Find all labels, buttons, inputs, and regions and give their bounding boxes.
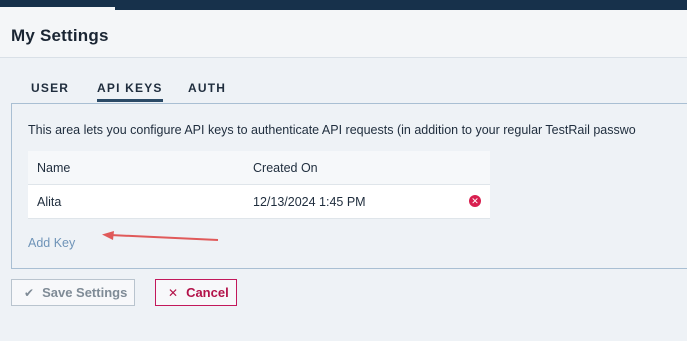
api-keys-table: Name Created On Alita 12/13/2024 1:45 PM… — [28, 151, 490, 219]
tab-user[interactable]: USER — [31, 81, 69, 95]
annotation-arrow-shaft — [109, 234, 219, 241]
api-key-name: Alita — [37, 195, 62, 209]
delete-key-icon[interactable]: ✕ — [469, 195, 481, 207]
table-row: Alita 12/13/2024 1:45 PM ✕ — [28, 185, 490, 219]
save-settings-button[interactable]: ✔ Save Settings — [11, 279, 135, 306]
save-settings-label: Save Settings — [42, 285, 128, 300]
column-header-name: Name — [37, 161, 71, 175]
cancel-button[interactable]: ✕ Cancel — [155, 279, 237, 306]
annotation-arrow-head — [102, 231, 114, 240]
api-keys-panel: This area lets you configure API keys to… — [11, 103, 687, 269]
page-header: My Settings — [0, 10, 687, 58]
add-key-link[interactable]: Add Key — [28, 236, 75, 250]
column-header-created-on: Created On — [253, 161, 318, 175]
api-keys-description: This area lets you configure API keys to… — [28, 123, 636, 137]
x-icon: ✕ — [168, 285, 179, 300]
api-key-created-on: 12/13/2024 1:45 PM — [253, 195, 366, 209]
table-header-row: Name Created On — [28, 151, 490, 185]
page-title: My Settings — [11, 26, 109, 45]
annotation-arrow — [102, 231, 219, 241]
check-icon: ✔ — [24, 285, 35, 300]
tab-api-keys[interactable]: API KEYS — [97, 81, 163, 102]
tab-auth[interactable]: AUTH — [188, 81, 226, 95]
cancel-label: Cancel — [186, 285, 229, 300]
